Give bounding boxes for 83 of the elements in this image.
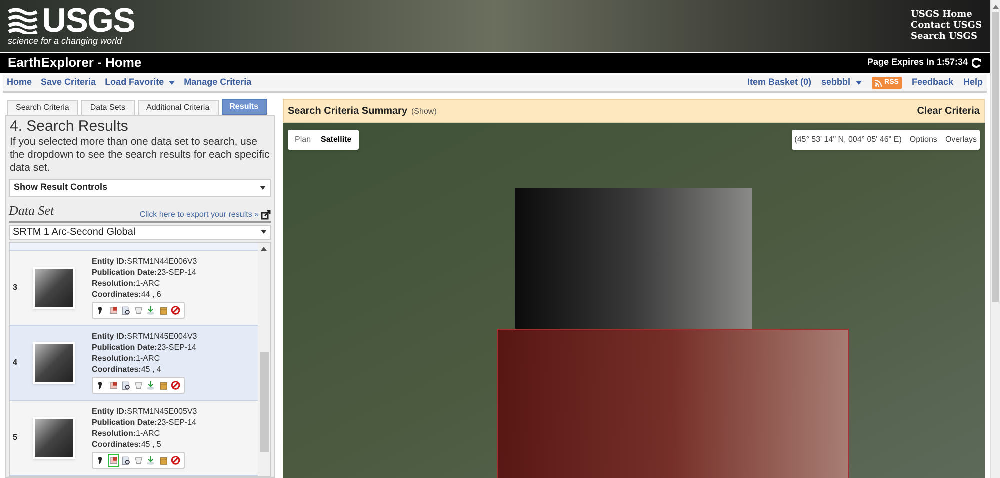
metadata-icon[interactable] bbox=[121, 380, 131, 391]
order-package-icon[interactable] bbox=[158, 380, 168, 391]
panel-heading: 4. Search Results bbox=[9, 118, 130, 136]
data-set-label: Data Set bbox=[9, 202, 54, 220]
scroll-up-icon[interactable] bbox=[261, 246, 267, 252]
result-row[interactable]: 4 Entity ID:SRTM1N45E004V3 Publication Date:23-SEP-14 Resolution:1-ARC Coordinates:45 , 4 bbox=[10, 326, 258, 400]
header-link[interactable]: Contact USGS bbox=[910, 20, 982, 32]
export-results-link[interactable]: Click here to export your results » bbox=[140, 208, 259, 220]
result-field: Coordinates:44 , 6 bbox=[92, 289, 198, 300]
show-link[interactable]: (Show) bbox=[412, 106, 437, 118]
elevation-thumbnail[interactable] bbox=[33, 416, 75, 458]
map-type-button[interactable]: Satellite bbox=[316, 134, 357, 146]
caret-icon[interactable] bbox=[260, 186, 266, 190]
elevation-thumbnail[interactable] bbox=[33, 266, 75, 308]
result-field: Publication Date:23-SEP-14 bbox=[92, 267, 198, 278]
metadata-icon[interactable] bbox=[121, 305, 131, 316]
result-field: Entity ID:SRTM1N45E004V3 bbox=[92, 331, 198, 342]
scrollbar-thumb[interactable] bbox=[992, 12, 999, 302]
panel-tab[interactable]: Data Sets bbox=[81, 100, 134, 115]
nav-link[interactable]: Load Favorite bbox=[105, 76, 176, 90]
nav-link[interactable]: Home bbox=[7, 76, 32, 90]
page-title: EarthExplorer - Home bbox=[8, 54, 142, 72]
result-number: 5 bbox=[13, 432, 18, 444]
nav-link[interactable]: Manage Criteria bbox=[184, 76, 252, 90]
order-package-icon[interactable] bbox=[158, 455, 168, 466]
result-field: Resolution:1-ARC bbox=[92, 428, 198, 439]
usgs-logo-text[interactable]: USGS bbox=[42, 6, 135, 36]
result-row[interactable]: 3 Entity ID:SRTM1N44E006V3 Publication Date:23-SEP-14 Resolution:1-ARC Coordinates:44 , 6 bbox=[10, 250, 258, 326]
scrollbar-thumb[interactable] bbox=[260, 352, 268, 452]
result-field: Entity ID:SRTM1N44E006V3 bbox=[92, 256, 198, 267]
nav-link[interactable]: Save Criteria bbox=[41, 76, 96, 90]
clear-criteria-link[interactable]: Clear Criteria bbox=[917, 104, 980, 118]
result-field: Coordinates:45 , 4 bbox=[92, 364, 198, 375]
result-row[interactable]: 5 Entity ID:SRTM1N45E005V3 Publication Date:23-SEP-14 Resolution:1-ARC Coordinates:45 , 5 bbox=[10, 400, 258, 476]
external-link-icon[interactable] bbox=[261, 210, 271, 220]
browse-overlay-icon[interactable] bbox=[108, 305, 118, 316]
caret-icon[interactable] bbox=[169, 81, 176, 85]
header-link[interactable]: USGS Home bbox=[910, 10, 982, 20]
result-number: 3 bbox=[13, 282, 18, 294]
caret-icon[interactable] bbox=[856, 81, 862, 85]
refresh-icon[interactable] bbox=[972, 58, 982, 68]
exclude-icon[interactable] bbox=[171, 380, 182, 391]
rss-icon bbox=[874, 80, 882, 86]
panel-tab[interactable]: Search Criteria bbox=[7, 100, 78, 115]
result-field: Publication Date:23-SEP-14 bbox=[92, 342, 198, 353]
result-number: 4 bbox=[13, 356, 18, 368]
header-link[interactable]: Search USGS bbox=[910, 32, 982, 42]
map-type-button[interactable]: Plan bbox=[290, 134, 316, 146]
caret-icon[interactable] bbox=[261, 230, 267, 234]
exclude-icon[interactable] bbox=[171, 305, 182, 316]
summary-title: Search Criteria Summary bbox=[288, 104, 408, 118]
browse-overlay-icon[interactable] bbox=[108, 380, 118, 391]
map-coordinates: (45° 53' 14" N, 004° 05' 46" E) bbox=[794, 134, 902, 146]
download-icon[interactable] bbox=[146, 455, 156, 466]
user-menu[interactable]: sebbbl bbox=[822, 76, 862, 90]
browse-overlay-icon[interactable] bbox=[108, 455, 118, 466]
exclude-icon[interactable] bbox=[171, 455, 182, 466]
panel-description: If you selected more than one data set to search, use the dropdown to see the search results for each specific data set. bbox=[9, 136, 271, 175]
tagline: science for a changing world bbox=[8, 36, 124, 46]
map-control-button[interactable]: Options bbox=[910, 134, 938, 146]
nav-link[interactable]: Item Basket (0) bbox=[748, 76, 812, 90]
metadata-icon[interactable] bbox=[121, 455, 131, 466]
scroll-up-icon[interactable] bbox=[992, 4, 998, 10]
satellite-map[interactable]: Plan Satellite (45° 53' 14" N, 004° 05' 46" E) Options Overlays bbox=[283, 123, 985, 478]
nav-link[interactable]: Help bbox=[963, 76, 983, 90]
data-set-dropdown[interactable]: SRTM 1 Arc-Second Global bbox=[9, 224, 271, 240]
nav-link[interactable]: Feedback bbox=[912, 76, 954, 90]
order-package-icon[interactable] bbox=[158, 305, 168, 316]
result-field: Publication Date:23-SEP-14 bbox=[92, 417, 198, 428]
scrollbar[interactable] bbox=[258, 242, 270, 476]
panel-tab[interactable]: Additional Criteria bbox=[138, 100, 219, 115]
page-expiry-text: Page Expires In 1:57:34 bbox=[867, 56, 968, 70]
result-field: Entity ID:SRTM1N45E005V3 bbox=[92, 406, 198, 417]
download-icon[interactable] bbox=[146, 380, 156, 391]
waves-logo-icon bbox=[8, 8, 38, 34]
result-field: Resolution:1-ARC bbox=[92, 278, 198, 289]
map-control-button[interactable]: Overlays bbox=[945, 134, 977, 146]
result-field: Resolution:1-ARC bbox=[92, 353, 198, 364]
result-controls-dropdown[interactable]: Show Result Controls bbox=[9, 179, 271, 197]
page-scrollbar[interactable] bbox=[990, 0, 1000, 478]
download-icon[interactable] bbox=[146, 305, 156, 316]
result-field: Coordinates:45 , 5 bbox=[92, 439, 198, 450]
elevation-thumbnail[interactable] bbox=[33, 342, 75, 384]
